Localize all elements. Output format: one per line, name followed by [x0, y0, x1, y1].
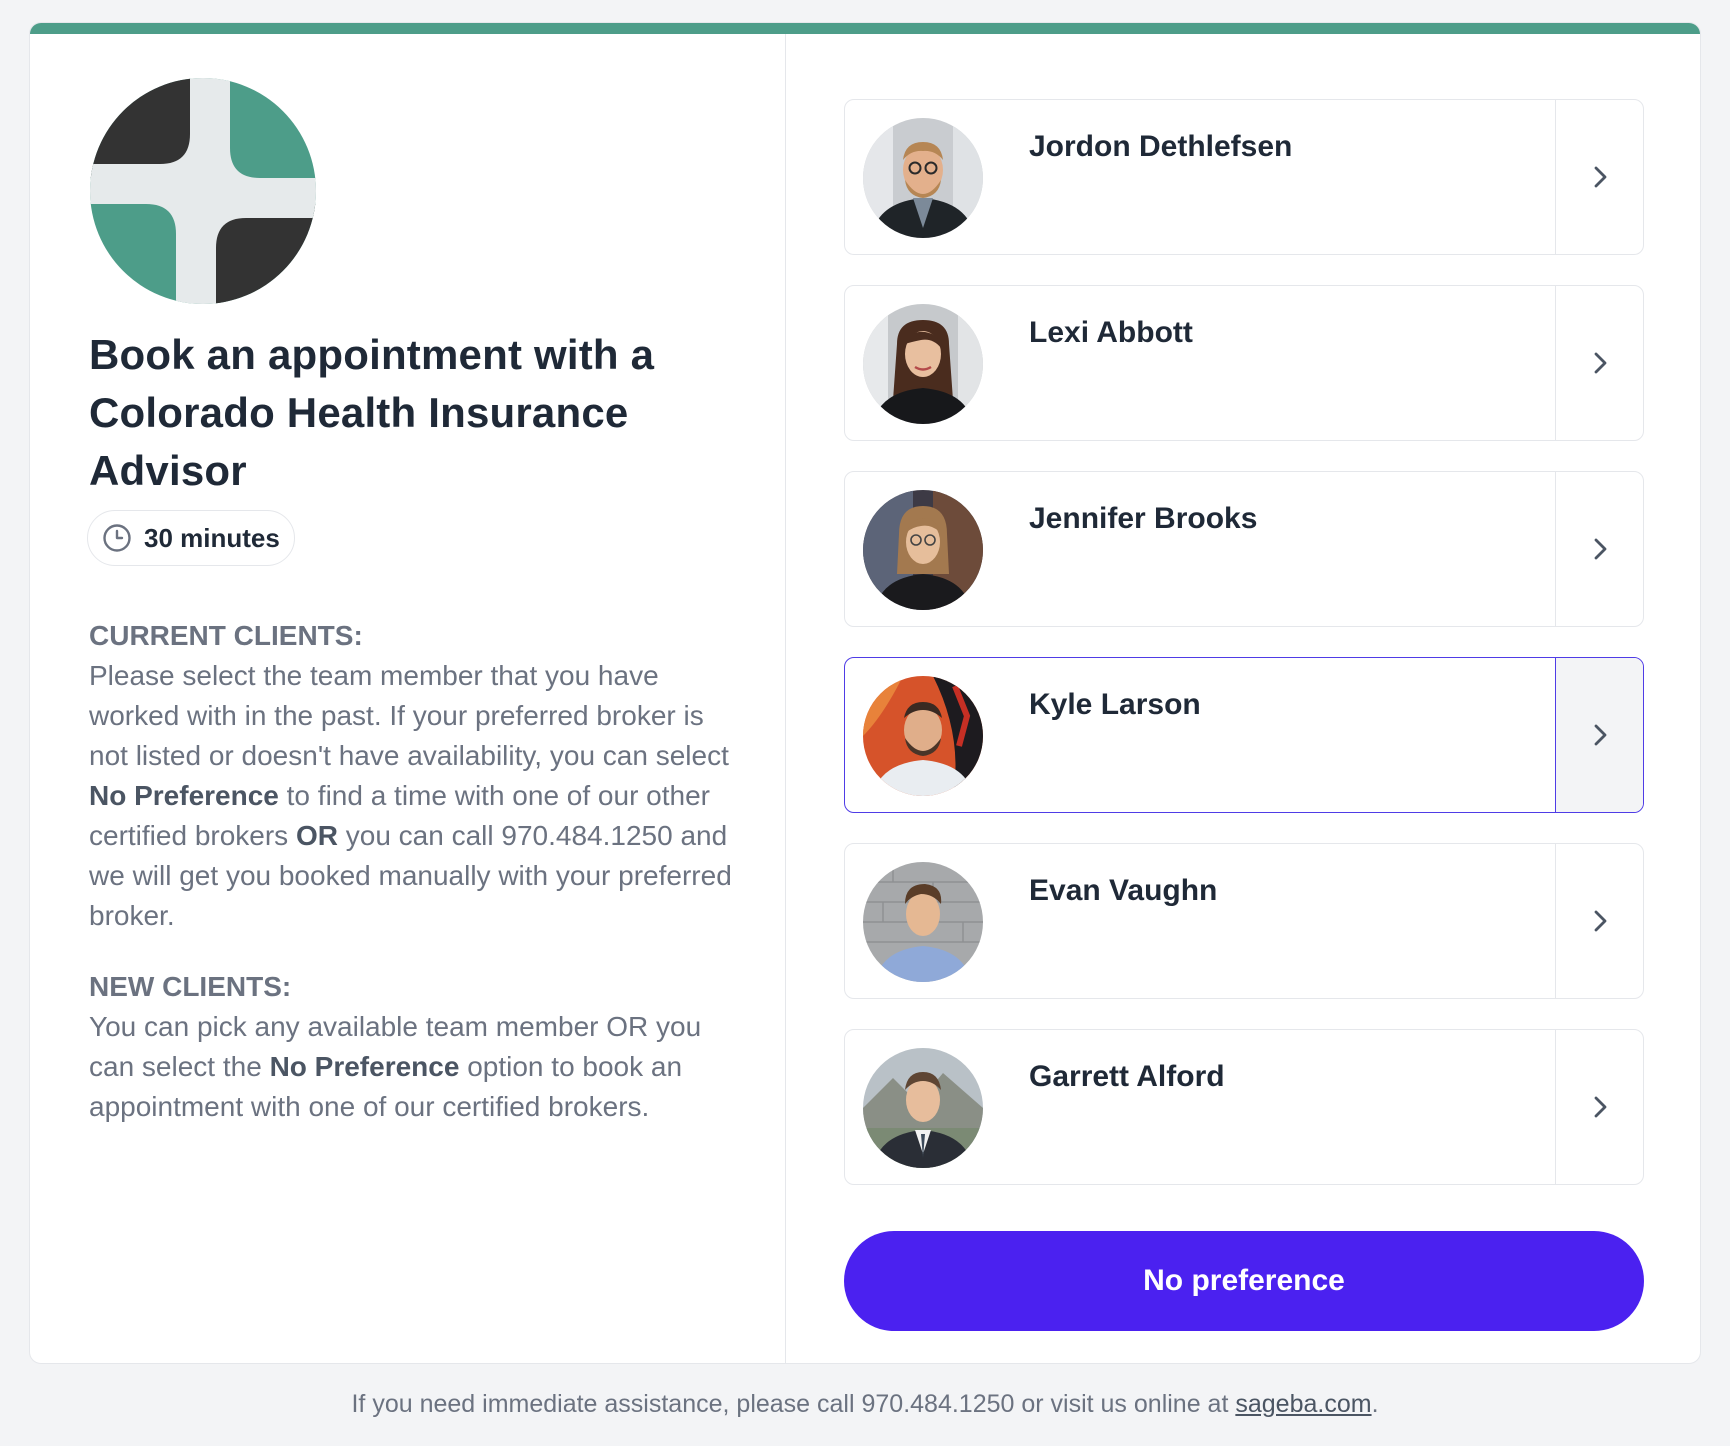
broker-name: Evan Vaughn	[1029, 874, 1218, 907]
avatar	[863, 118, 983, 238]
select-broker-button[interactable]	[1555, 100, 1643, 254]
broker-name: Garrett Alford	[1029, 1060, 1225, 1093]
broker-option[interactable]: Jordon Dethlefsen	[844, 99, 1644, 255]
duration-label: 30 minutes	[144, 522, 280, 553]
select-broker-button[interactable]	[1555, 658, 1643, 812]
broker-option-selected[interactable]: Kyle Larson	[844, 657, 1644, 813]
avatar	[863, 862, 983, 982]
accent-bar	[30, 23, 1700, 34]
select-broker-button[interactable]	[1555, 472, 1643, 626]
footer-assistance-text: If you need immediate assistance, please…	[0, 1390, 1730, 1419]
clock-icon	[103, 524, 131, 552]
new-clients-description: NEW CLIENTS: You can pick any available …	[89, 967, 739, 1127]
avatar	[863, 676, 983, 796]
or-emphasis: OR	[295, 820, 338, 851]
sage-cross-logo-icon	[90, 78, 316, 304]
broker-list-pane: Jordon Dethlefsen Lexi Abbott Jennifer B…	[786, 34, 1700, 1363]
no-preference-emphasis: No Preference	[89, 780, 279, 811]
broker-option[interactable]: Lexi Abbott	[844, 285, 1644, 441]
broker-option[interactable]: Evan Vaughn	[844, 843, 1644, 999]
duration-badge: 30 minutes	[87, 510, 295, 566]
chevron-right-icon	[1594, 166, 1606, 188]
chevron-right-icon	[1594, 910, 1606, 932]
select-broker-button[interactable]	[1555, 1030, 1643, 1184]
chevron-right-icon	[1594, 1096, 1606, 1118]
footer-text: If you need immediate assistance, please…	[351, 1390, 1236, 1418]
current-clients-description: CURRENT CLIENTS: Please select the team …	[89, 616, 739, 936]
avatar	[863, 304, 983, 424]
broker-name: Jordon Dethlefsen	[1029, 130, 1293, 163]
broker-option[interactable]: Jennifer Brooks	[844, 471, 1644, 627]
broker-option[interactable]: Garrett Alford	[844, 1029, 1644, 1185]
broker-name: Jennifer Brooks	[1029, 502, 1258, 535]
chevron-right-icon	[1594, 352, 1606, 374]
avatar	[863, 490, 983, 610]
select-broker-button[interactable]	[1555, 286, 1643, 440]
event-details-pane: Book an appointment with a Colorado Heal…	[30, 34, 786, 1363]
no-preference-emphasis: No Preference	[269, 1051, 460, 1082]
footer-period: .	[1371, 1390, 1379, 1418]
sageba-link[interactable]: sageba.com	[1235, 1390, 1371, 1418]
avatar	[863, 1048, 983, 1168]
chevron-right-icon	[1594, 724, 1606, 746]
new-clients-heading: NEW CLIENTS:	[89, 971, 292, 1002]
select-broker-button[interactable]	[1555, 844, 1643, 998]
page-title: Book an appointment with a Colorado Heal…	[89, 331, 655, 494]
broker-name: Lexi Abbott	[1029, 316, 1193, 349]
broker-name: Kyle Larson	[1029, 688, 1201, 721]
chevron-right-icon	[1594, 538, 1606, 560]
current-clients-heading: CURRENT CLIENTS:	[89, 620, 363, 651]
no-preference-button[interactable]: No preference	[844, 1231, 1644, 1331]
booking-card: Book an appointment with a Colorado Heal…	[29, 22, 1701, 1364]
current-clients-text: Please select the team member that you h…	[89, 660, 729, 771]
